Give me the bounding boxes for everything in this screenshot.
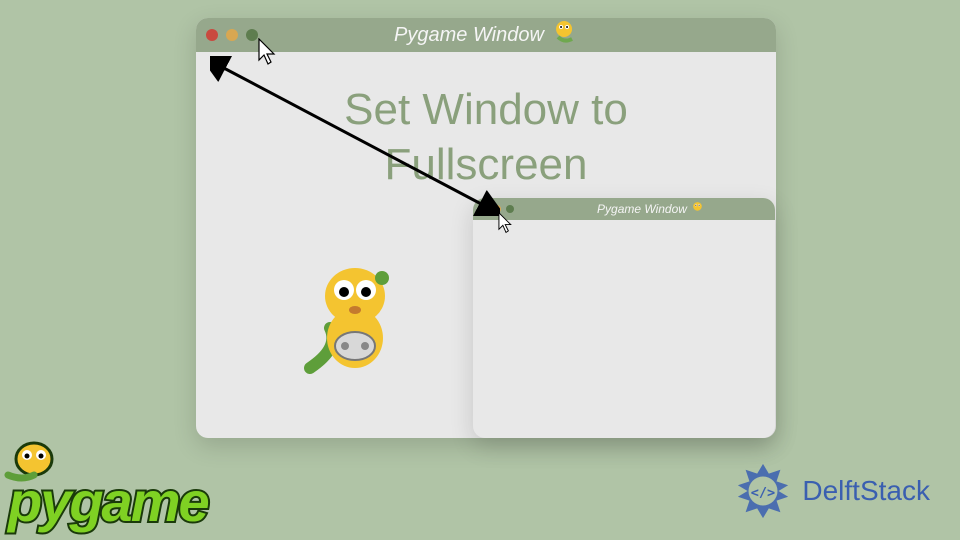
traffic-lights xyxy=(206,29,258,41)
delftstack-logo: </> DelftStack xyxy=(734,462,930,520)
window-title-small: Pygame Window xyxy=(597,201,705,218)
cursor-icon xyxy=(258,38,278,66)
delftstack-logo-text: DelftStack xyxy=(802,475,930,507)
close-icon[interactable] xyxy=(206,29,218,41)
cursor-icon xyxy=(498,212,514,234)
snake-icon xyxy=(552,19,578,51)
window-title-text: Pygame Window xyxy=(394,24,544,47)
small-app-window: Pygame Window xyxy=(473,198,775,438)
pygame-logo: pygame xyxy=(8,469,208,534)
minimize-icon[interactable] xyxy=(226,29,238,41)
maximize-icon[interactable] xyxy=(246,29,258,41)
window-title-text-small: Pygame Window xyxy=(597,202,687,216)
window-title-large: Pygame Window xyxy=(394,19,578,51)
snake-icon xyxy=(691,201,705,218)
svg-text:</>: </> xyxy=(751,485,775,501)
pygame-mascot-icon xyxy=(300,258,410,383)
delftstack-emblem-icon: </> xyxy=(734,462,792,520)
titlebar-large: Pygame Window xyxy=(196,18,776,52)
resize-arrow-icon xyxy=(210,56,500,216)
titlebar-small: Pygame Window xyxy=(473,198,775,220)
